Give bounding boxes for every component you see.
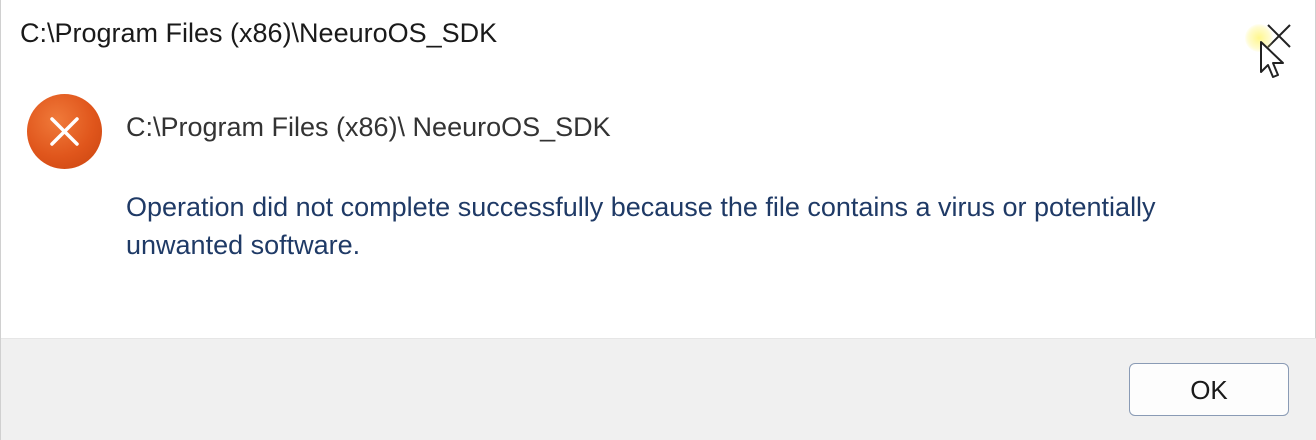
window-title: C:\Program Files (x86)\NeeuroOS_SDK: [20, 18, 498, 48]
title-bar: C:\Program Files (x86)\NeeuroOS_SDK: [1, 0, 1316, 78]
dialog-content: C:\Program Files (x86)\ NeeuroOS_SDK Ope…: [1, 72, 1316, 338]
message-line-2: unwanted software.: [126, 230, 361, 260]
dialog-footer: OK: [1, 338, 1316, 440]
message-line-1: Operation did not complete successfully …: [126, 192, 1156, 222]
x-mark-icon: [50, 117, 79, 146]
error-icon: [27, 94, 102, 169]
dialog-heading: C:\Program Files (x86)\ NeeuroOS_SDK: [126, 112, 611, 142]
ok-button[interactable]: OK: [1129, 363, 1289, 416]
dialog-message: Operation did not complete successfully …: [126, 188, 1236, 264]
error-dialog: C:\Program Files (x86)\NeeuroOS_SDK C:\P…: [0, 0, 1316, 440]
